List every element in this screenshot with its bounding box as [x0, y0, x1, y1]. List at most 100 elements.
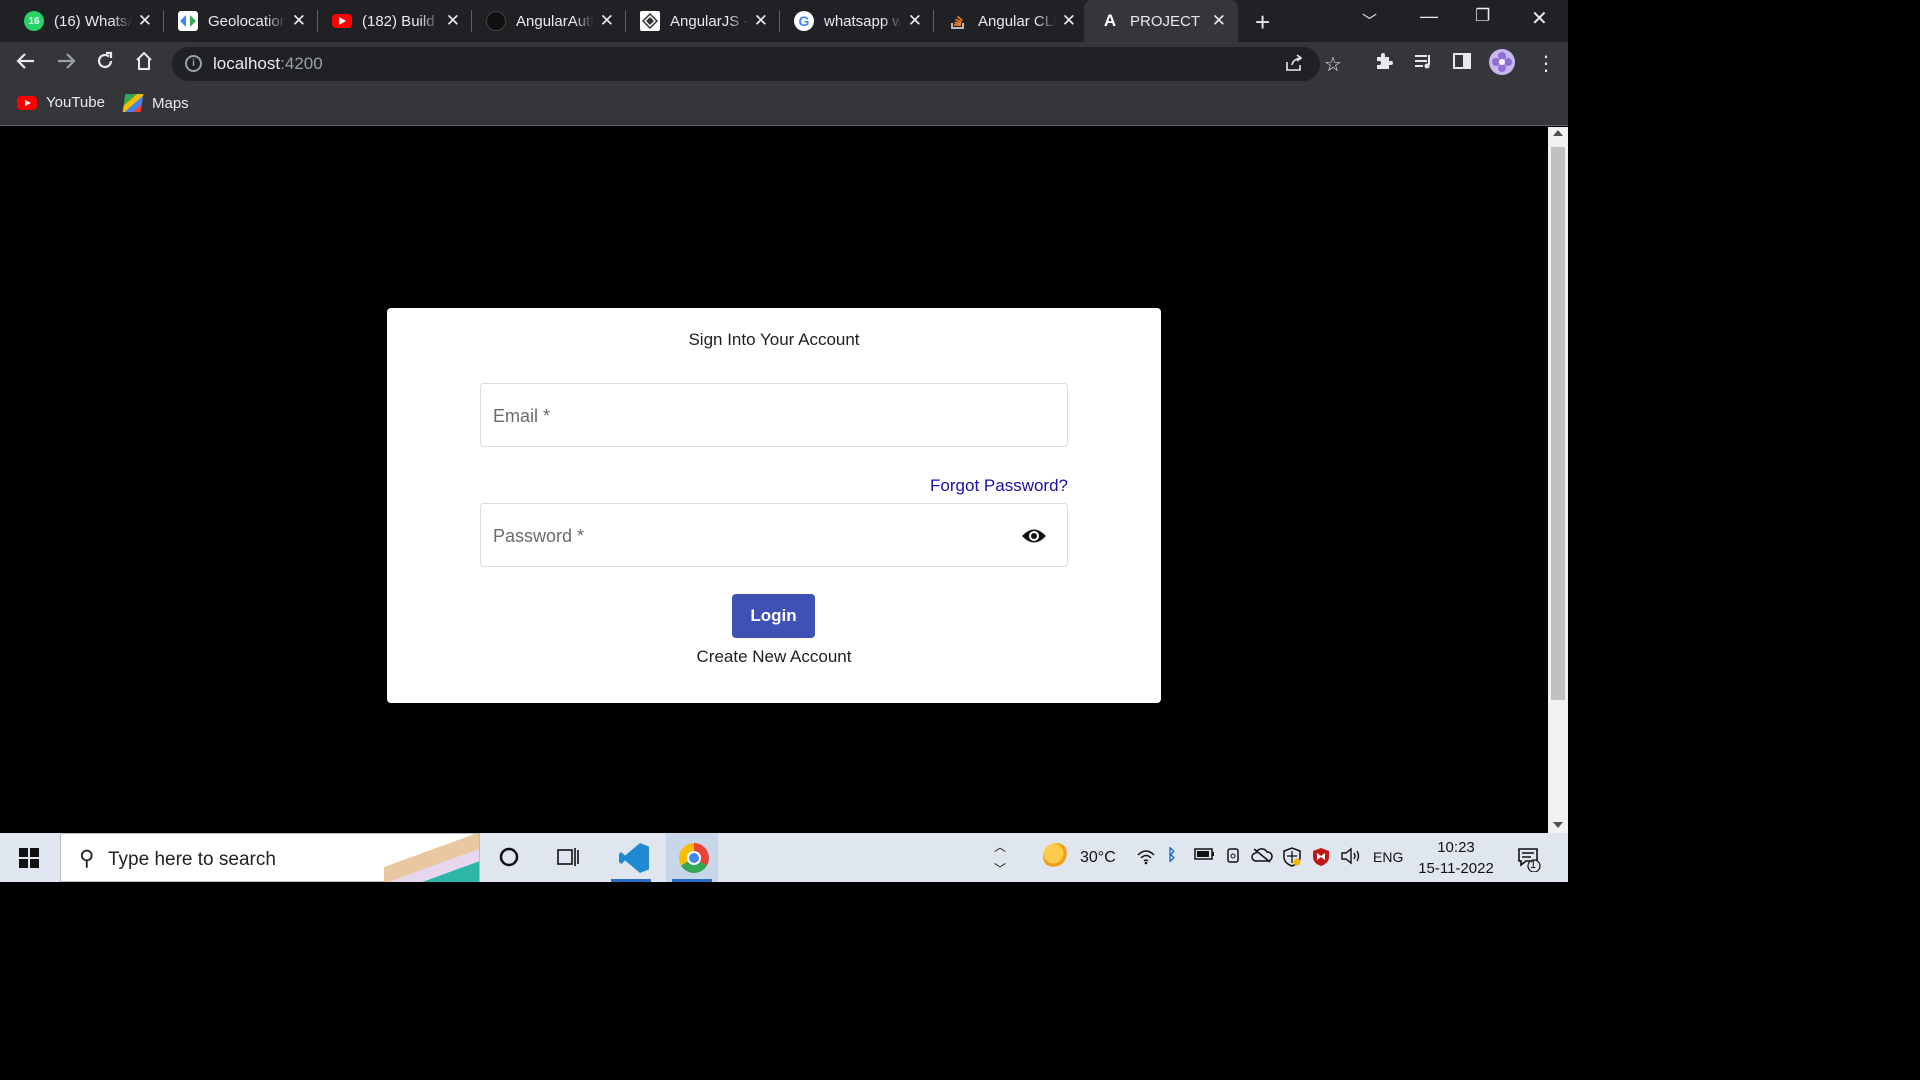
search-icon: ⚲ — [79, 847, 95, 870]
stackoverflow-icon — [948, 11, 968, 31]
bluetooth-icon[interactable]: ᛒ — [1167, 847, 1177, 865]
taskbar-search-box[interactable]: ⚲ Type here to search — [60, 833, 480, 882]
tab-title: Angular CLI — [978, 12, 1056, 30]
site-info-icon[interactable]: i — [185, 55, 202, 72]
close-icon[interactable]: ✕ — [292, 11, 306, 31]
forgot-password-link[interactable]: Forgot Password? — [930, 476, 1068, 496]
close-icon[interactable]: ✕ — [754, 11, 768, 31]
close-icon[interactable]: ✕ — [908, 11, 922, 31]
search-highlight-illustration — [384, 834, 479, 882]
tab-title: (182) Build — [362, 12, 435, 30]
device-icon[interactable] — [1225, 847, 1241, 870]
extensions-icon[interactable] — [1374, 51, 1394, 77]
taskbar-clock[interactable]: 10:23 15-11-2022 — [1414, 837, 1498, 879]
password-field[interactable]: Password * — [480, 503, 1068, 567]
chrome-taskbar-app[interactable] — [666, 833, 718, 882]
windows-taskbar: ⚲ Type here to search ︿ ﹀ 30°C ᛒ ENG 10:… — [0, 833, 1568, 882]
profile-avatar[interactable] — [1489, 49, 1515, 81]
password-input[interactable] — [481, 504, 1067, 566]
onedrive-icon[interactable] — [1251, 847, 1273, 868]
clock-time: 10:23 — [1437, 839, 1475, 856]
tab-stackoverflow[interactable]: Angular CLI ✕ — [924, 0, 1088, 42]
bookmark-star-icon[interactable]: ☆ — [1324, 52, 1342, 77]
browser-menu-icon[interactable]: ⋮ — [1536, 51, 1556, 76]
battery-icon[interactable] — [1194, 847, 1216, 866]
close-icon[interactable]: ✕ — [1062, 11, 1076, 31]
email-field[interactable]: Email * — [480, 383, 1068, 447]
home-icon[interactable] — [134, 51, 154, 77]
google-icon: G — [794, 11, 814, 31]
share-icon[interactable] — [1284, 53, 1304, 79]
weather-temperature[interactable]: 30°C — [1080, 849, 1116, 867]
tab-title: (16) WhatsApp — [54, 12, 132, 30]
close-icon[interactable]: ✕ — [600, 11, 614, 31]
tab-title: Geolocation — [208, 12, 286, 30]
scroll-down-icon[interactable] — [1553, 822, 1563, 828]
browser-tab-strip: 16 (16) WhatsApp ✕ Geolocation ✕ (182) B… — [0, 0, 1568, 42]
close-icon[interactable]: ✕ — [446, 11, 460, 31]
volume-icon[interactable] — [1340, 847, 1362, 870]
reload-icon[interactable] — [95, 51, 115, 77]
geolocation-icon — [178, 11, 198, 31]
tab-title: whatsapp w — [824, 12, 902, 30]
tab-project[interactable]: A PROJECT ✕ — [1084, 0, 1238, 42]
chrome-icon — [679, 843, 709, 873]
scrollbar-thumb[interactable] — [1551, 147, 1565, 700]
angularjs-icon — [640, 11, 660, 31]
restore-icon[interactable]: ❐ — [1475, 6, 1490, 26]
page-scrollbar[interactable] — [1548, 127, 1568, 833]
window-close-icon[interactable]: ✕ — [1531, 6, 1548, 31]
youtube-icon — [17, 95, 37, 110]
bookmark-maps[interactable]: Maps — [122, 94, 189, 112]
windows-start-icon[interactable] — [19, 848, 39, 868]
close-icon[interactable]: ✕ — [138, 11, 152, 31]
forward-icon[interactable] — [56, 51, 76, 77]
browser-toolbar: i localhost:4200 ☆ ⋮ — [0, 42, 1568, 86]
mcafee-icon[interactable] — [1311, 847, 1331, 872]
close-icon[interactable]: ✕ — [1212, 11, 1226, 31]
vscode-taskbar-app[interactable] — [605, 833, 657, 882]
bookmark-label: YouTube — [46, 94, 105, 111]
tab-whatsapp[interactable]: 16 (16) WhatsApp ✕ — [0, 0, 164, 42]
tab-angularjs[interactable]: AngularJS - ✕ — [616, 0, 780, 42]
minimize-icon[interactable]: — — [1420, 6, 1438, 27]
login-button[interactable]: Login — [732, 594, 815, 638]
angular-icon: A — [1103, 11, 1117, 30]
tab-search-icon[interactable]: ﹀ — [1362, 10, 1377, 31]
tab-google-search[interactable]: G whatsapp w ✕ — [770, 0, 934, 42]
bookmark-label: Maps — [152, 94, 189, 112]
cortana-icon[interactable] — [498, 846, 520, 874]
url-text: localhost:4200 — [213, 54, 323, 73]
security-shield-icon[interactable] — [1282, 847, 1302, 872]
notification-center-icon[interactable]: 1 — [1517, 846, 1541, 878]
tab-title: PROJECT — [1130, 12, 1201, 30]
tab-geolocation[interactable]: Geolocation ✕ — [154, 0, 318, 42]
tray-overflow-down-icon[interactable]: ﹀ — [994, 860, 1006, 877]
input-language[interactable]: ENG — [1373, 849, 1403, 865]
bookmarks-bar: YouTube Maps — [0, 86, 1568, 126]
notification-count: 1 — [1530, 859, 1537, 871]
reading-list-icon[interactable] — [1413, 51, 1433, 77]
task-view-icon[interactable] — [557, 846, 579, 874]
whatsapp-icon: 16 — [24, 11, 44, 31]
tray-overflow-up-icon[interactable]: ︿ — [994, 838, 1006, 855]
tab-title: AngularJS - — [670, 12, 748, 30]
create-account-link[interactable]: Create New Account — [387, 647, 1161, 667]
email-input[interactable] — [481, 384, 1067, 446]
back-icon[interactable] — [16, 51, 36, 77]
weather-icon[interactable] — [1043, 843, 1069, 869]
tab-github[interactable]: AngularAuth ✕ — [462, 0, 626, 42]
tab-youtube[interactable]: (182) Build ✕ — [308, 0, 472, 42]
wifi-icon[interactable] — [1136, 847, 1156, 870]
new-tab-button[interactable]: + — [1255, 7, 1270, 38]
maps-icon — [122, 94, 144, 112]
vscode-icon — [619, 843, 649, 873]
scroll-up-icon[interactable] — [1553, 130, 1563, 136]
taskbar-search-placeholder: Type here to search — [108, 849, 276, 870]
clock-date: 15-11-2022 — [1418, 860, 1494, 877]
visibility-eye-icon[interactable] — [1021, 527, 1047, 550]
side-panel-icon[interactable] — [1452, 51, 1472, 77]
bookmark-youtube[interactable]: YouTube — [17, 94, 105, 111]
tab-title: AngularAuth — [516, 12, 594, 30]
address-bar[interactable]: i localhost:4200 ☆ — [172, 47, 1342, 81]
